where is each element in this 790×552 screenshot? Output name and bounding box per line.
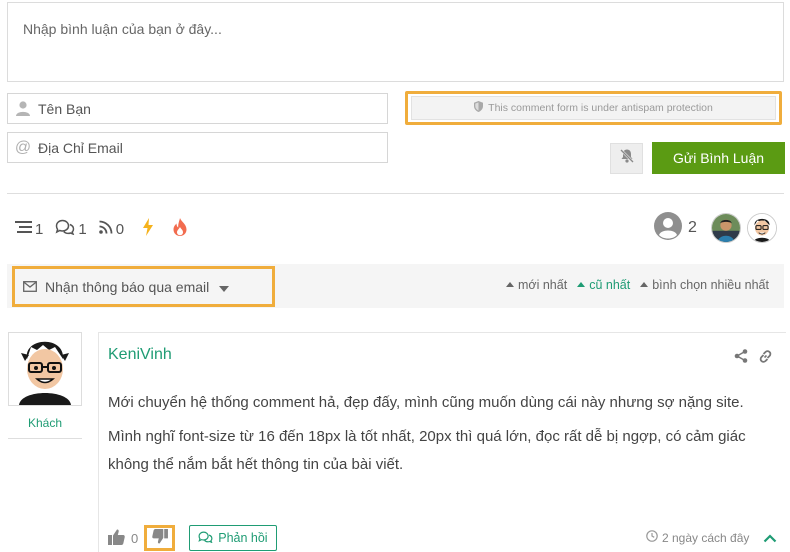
- sort-up-icon: [506, 281, 514, 287]
- comment-textarea-wrapper: [7, 2, 784, 82]
- share-icon[interactable]: [734, 349, 748, 369]
- comment-author[interactable]: KeniVinh: [108, 346, 172, 364]
- vote-count: 0: [131, 530, 139, 546]
- avatar: [8, 332, 82, 406]
- sort-options: mới nhất cũ nhất bình chọn nhiều nhất: [506, 278, 769, 292]
- participants-count: 2: [688, 219, 697, 236]
- author-role: Khách: [27, 416, 63, 430]
- list-icon: [15, 220, 32, 238]
- comment-paragraph: Mình nghĩ font-size từ 16 đến 18px là tố…: [108, 428, 746, 473]
- chevron-up-icon: [763, 530, 777, 547]
- subscribe-dropdown[interactable]: Nhận thông báo qua email: [12, 266, 275, 307]
- sort-newest[interactable]: mới nhất: [518, 278, 567, 292]
- threads-stat[interactable]: 1: [15, 220, 43, 238]
- replies-stat[interactable]: 1: [55, 219, 87, 239]
- link-icon[interactable]: [758, 349, 773, 369]
- sort-oldest[interactable]: cũ nhất: [589, 278, 630, 292]
- fire-icon[interactable]: [172, 218, 188, 240]
- comment-paragraph: Mới chuyển hệ thống comment hả, đẹp đấy,…: [108, 394, 744, 411]
- antispam-highlight: This comment form is under antispam prot…: [405, 91, 782, 125]
- comment-actions: 0 Phản hồi: [108, 524, 277, 552]
- reply-label: Phản hồi: [218, 531, 268, 545]
- bolt-icon[interactable]: [142, 218, 154, 240]
- thumbs-up-icon[interactable]: [108, 529, 125, 548]
- comment-textarea[interactable]: [8, 3, 783, 81]
- email-field-wrapper: @: [7, 132, 388, 163]
- time-text: 2 ngày cách đây: [662, 530, 750, 545]
- sort-up-icon: [640, 281, 649, 287]
- sort-up-icon: [577, 281, 586, 287]
- comment-tools: [734, 349, 773, 369]
- users-icon: [654, 211, 682, 245]
- role-divider: [8, 438, 82, 439]
- subscribe-label: Nhận thông báo qua email: [45, 278, 210, 295]
- followers-count: 0: [115, 220, 125, 238]
- submit-comment-button[interactable]: Gửi Bình Luận: [652, 142, 785, 174]
- name-field-wrapper: [7, 93, 388, 124]
- collapse-replies-button[interactable]: [763, 530, 777, 548]
- shield-icon: [474, 101, 484, 115]
- antispam-notice: This comment form is under antispam prot…: [411, 96, 776, 120]
- at-icon: @: [14, 138, 32, 156]
- comment-time: 2 ngày cách đây: [646, 530, 749, 545]
- comments-icon: [55, 219, 75, 239]
- envelope-icon: [23, 279, 37, 295]
- bell-slash-icon: [619, 148, 635, 169]
- threads-count: 1: [35, 220, 44, 238]
- followers-stat[interactable]: 0: [98, 220, 125, 238]
- comment-stats: 1 1 0: [15, 217, 188, 241]
- name-input[interactable]: [38, 94, 387, 123]
- participant-avatar[interactable]: [710, 213, 741, 243]
- participant-avatar[interactable]: [746, 213, 777, 243]
- comments-icon: [198, 531, 213, 546]
- user-icon: [8, 101, 38, 116]
- replies-count: 1: [78, 220, 87, 238]
- mute-notification-button[interactable]: [610, 143, 643, 174]
- dislike-button[interactable]: [144, 525, 176, 551]
- rss-icon: [98, 220, 113, 238]
- comment-body: Mới chuyển hệ thống comment hả, đẹp đấy,…: [108, 389, 773, 485]
- divider: [7, 193, 784, 194]
- sort-most-voted[interactable]: bình chọn nhiều nhất: [652, 278, 769, 292]
- antispam-text: This comment form is under antispam prot…: [488, 102, 713, 114]
- participants: 2: [654, 211, 777, 245]
- reply-button[interactable]: Phản hồi: [189, 525, 277, 551]
- email-input[interactable]: [38, 133, 387, 162]
- caret-down-icon: [219, 279, 230, 295]
- thumbs-down-icon: [151, 529, 168, 547]
- clock-icon: [646, 530, 658, 545]
